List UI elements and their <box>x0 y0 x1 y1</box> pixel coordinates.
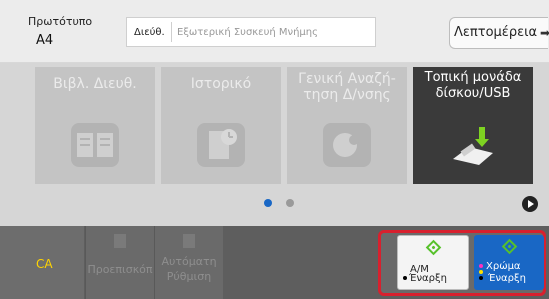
usb-drive-icon <box>449 123 497 167</box>
arrow-right-icon: ➡ <box>539 26 549 40</box>
tile-title-line1: Τοπική μονάδα <box>424 70 522 85</box>
preview-button[interactable]: Προεπισκόπ <box>85 226 154 299</box>
preview-icon <box>114 234 126 248</box>
tile-title: Γενική Αναζή- τηση Δ/νσης <box>287 71 407 103</box>
tile-local-drive-usb[interactable]: Τοπική μονάδα δίσκου/USB <box>413 67 533 184</box>
tile-title: Ιστορικό <box>190 76 252 92</box>
tile-address-book[interactable]: Βιβλ. Διευθ. <box>35 67 155 184</box>
global-search-icon <box>323 123 371 167</box>
tile-global-search[interactable]: Γενική Αναζή- τηση Δ/νσης <box>287 67 407 184</box>
auto-set-label-line2: Ρύθμιση <box>166 270 212 283</box>
ca-button[interactable]: CA <box>0 226 84 299</box>
auto-set-button[interactable]: Αυτόματη Ρύθμιση <box>154 226 223 299</box>
black-dot-icon <box>479 276 483 280</box>
yellow-dot-icon <box>479 270 483 274</box>
top-header: Πρωτότυπο A4 Διεύθ. Εξωτερική Συσκευή Μν… <box>0 0 549 63</box>
tile-history[interactable]: Ιστορικό <box>161 67 281 184</box>
details-label: Λεπτομέρεια <box>454 25 538 40</box>
address-book-icon <box>71 123 119 167</box>
bw-start-button[interactable]: Α/Μ Έναρξη <box>397 235 469 290</box>
black-dot-icon <box>403 276 407 280</box>
preview-label: Προεπισκόπ <box>87 263 153 276</box>
tile-title: Βιβλ. Διευθ. <box>53 76 137 92</box>
history-icon <box>197 123 245 167</box>
details-button[interactable]: Λεπτομέρεια ➡ <box>449 17 549 49</box>
address-field[interactable]: Διεύθ. Εξωτερική Συσκευή Μνήμης <box>126 17 376 47</box>
address-separator <box>171 22 172 42</box>
address-placeholder: Εξωτερική Συσκευή Μνήμης <box>177 27 319 38</box>
page-dot-active[interactable] <box>264 199 272 207</box>
start-diamond-icon <box>501 238 518 255</box>
ca-label: CA <box>36 257 53 271</box>
tile-title-line2: δίσκου/USB <box>435 86 511 101</box>
color-start-line2: Έναρξη <box>488 273 526 284</box>
original-size-value[interactable]: A4 <box>36 33 53 48</box>
magenta-dot-icon <box>479 264 483 268</box>
color-start-button[interactable]: Χρώμα Έναρξη <box>474 235 544 290</box>
tile-title-line1: Γενική Αναζή- <box>298 71 396 87</box>
destination-panel: Βιβλ. Διευθ. Ιστορικό Γενική Αναζή- τηση… <box>0 63 549 226</box>
next-page-button[interactable] <box>522 196 538 212</box>
address-label: Διεύθ. <box>134 27 165 38</box>
tile-title-line2: τηση Δ/νσης <box>303 87 391 103</box>
start-diamond-icon <box>425 239 442 256</box>
bw-start-line2: Έναρξη <box>409 273 447 284</box>
auto-set-label-line1: Αυτόματη <box>161 255 217 268</box>
color-start-line1: Χρώμα <box>486 261 521 272</box>
auto-set-icon <box>183 234 195 248</box>
original-label: Πρωτότυπο <box>28 15 93 28</box>
tile-title: Τοπική μονάδα δίσκου/USB <box>413 70 533 102</box>
page-dot[interactable] <box>286 199 294 207</box>
